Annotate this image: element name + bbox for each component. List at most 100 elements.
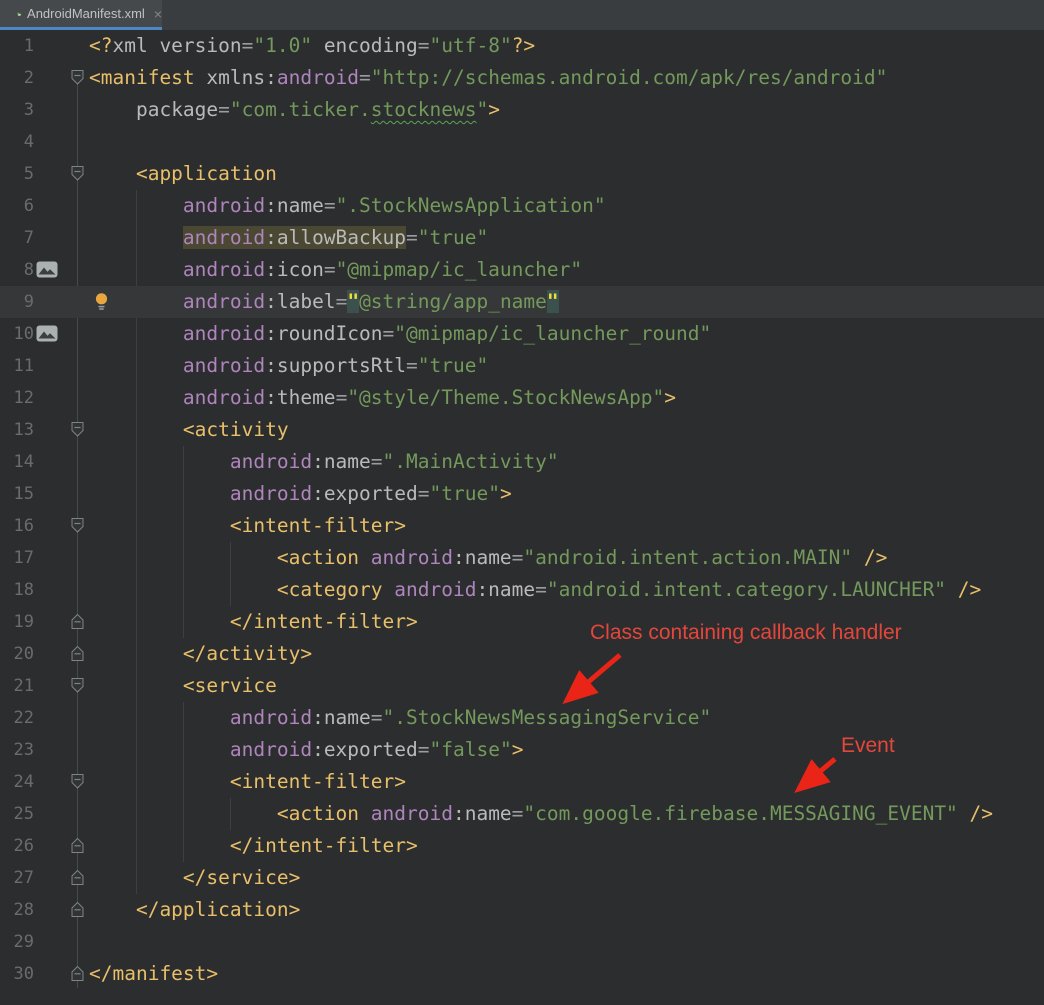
code-line-11[interactable]: 11 android:supportsRtl="true" bbox=[0, 350, 1044, 382]
code-token[interactable]: :name bbox=[453, 546, 512, 569]
line-number[interactable]: 27 bbox=[0, 862, 34, 894]
code-token[interactable]: @string/app_name bbox=[359, 290, 547, 313]
code-line-4[interactable]: 4 bbox=[0, 126, 1044, 158]
code-token[interactable]: " bbox=[347, 290, 359, 313]
code-line-16[interactable]: 16 <intent-filter> bbox=[0, 510, 1044, 542]
code-token[interactable]: = bbox=[371, 706, 383, 729]
line-number[interactable]: 4 bbox=[0, 126, 34, 158]
code-token[interactable] bbox=[359, 546, 371, 569]
code-token[interactable]: "true" bbox=[418, 354, 488, 377]
code-token[interactable]: = bbox=[535, 578, 547, 601]
code-token[interactable]: /> bbox=[946, 578, 981, 601]
code-token[interactable]: = bbox=[383, 322, 395, 345]
code-token[interactable] bbox=[383, 578, 395, 601]
line-number[interactable]: 3 bbox=[0, 94, 34, 126]
code-token[interactable]: :allowBackup bbox=[265, 226, 406, 249]
code-token[interactable]: /> bbox=[852, 546, 887, 569]
code-text[interactable]: </application> bbox=[89, 894, 300, 926]
code-text[interactable]: android:exported="true"> bbox=[89, 478, 512, 510]
code-token[interactable]: xml version bbox=[112, 34, 241, 57]
code-text[interactable]: <intent-filter> bbox=[89, 510, 406, 542]
code-text[interactable]: <action android:name="android.intent.act… bbox=[89, 542, 887, 574]
code-token[interactable]: android bbox=[183, 322, 265, 345]
code-editor[interactable]: 1<?xml version="1.0" encoding="utf-8"?>2… bbox=[0, 30, 1044, 1005]
line-number[interactable]: 14 bbox=[0, 446, 34, 478]
code-line-26[interactable]: 26 </intent-filter> bbox=[0, 830, 1044, 862]
code-text[interactable]: android:exported="false"> bbox=[89, 734, 523, 766]
code-line-14[interactable]: 14 android:name=".MainActivity" bbox=[0, 446, 1044, 478]
code-token[interactable]: android bbox=[277, 66, 359, 89]
code-token[interactable]: android bbox=[230, 450, 312, 473]
line-number[interactable]: 17 bbox=[0, 542, 34, 574]
code-line-3[interactable]: 3 package="com.ticker.stocknews"> bbox=[0, 94, 1044, 126]
code-token[interactable]: :icon bbox=[265, 258, 324, 281]
code-text[interactable]: </intent-filter> bbox=[89, 606, 418, 638]
code-token[interactable]: "@style/Theme.StockNewsApp" bbox=[347, 386, 664, 409]
code-token[interactable]: = bbox=[406, 226, 418, 249]
line-number[interactable]: 20 bbox=[0, 638, 34, 670]
code-token[interactable]: = bbox=[512, 546, 524, 569]
code-token[interactable]: :exported bbox=[312, 482, 418, 505]
code-text[interactable]: </intent-filter> bbox=[89, 830, 418, 862]
line-number[interactable]: 1 bbox=[0, 30, 34, 62]
code-token[interactable]: " bbox=[547, 290, 559, 313]
line-number[interactable]: 23 bbox=[0, 734, 34, 766]
fold-end-icon[interactable] bbox=[70, 869, 85, 890]
code-token[interactable] bbox=[89, 322, 183, 345]
code-token[interactable]: <intent-filter> bbox=[89, 770, 406, 793]
code-token[interactable]: </intent-filter> bbox=[89, 610, 418, 633]
code-token[interactable]: :roundIcon bbox=[265, 322, 382, 345]
code-line-13[interactable]: 13 <activity bbox=[0, 414, 1044, 446]
fold-start-icon[interactable] bbox=[70, 421, 85, 442]
code-token[interactable] bbox=[359, 802, 371, 825]
code-token[interactable]: "com.google.firebase.MESSAGING_EVENT" bbox=[523, 802, 957, 825]
code-token[interactable]: "utf-8" bbox=[430, 34, 512, 57]
code-token[interactable] bbox=[89, 354, 183, 377]
code-token[interactable]: "@mipmap/ic_launcher_round" bbox=[394, 322, 711, 345]
code-line-25[interactable]: 25 <action android:name="com.google.fire… bbox=[0, 798, 1044, 830]
code-token[interactable]: :supportsRtl bbox=[265, 354, 406, 377]
code-text[interactable]: <action android:name="com.google.firebas… bbox=[89, 798, 993, 830]
code-token[interactable]: = bbox=[324, 194, 336, 217]
code-token[interactable]: :label bbox=[265, 290, 335, 313]
fold-end-icon[interactable] bbox=[70, 645, 85, 666]
code-text[interactable]: <?xml version="1.0" encoding="utf-8"?> bbox=[89, 30, 535, 62]
code-token[interactable] bbox=[89, 482, 230, 505]
code-token[interactable]: "http://schemas.android.com/apk/res/andr… bbox=[371, 66, 888, 89]
code-token[interactable]: "false" bbox=[430, 738, 512, 761]
code-line-12[interactable]: 12 android:theme="@style/Theme.StockNews… bbox=[0, 382, 1044, 414]
code-token[interactable] bbox=[89, 226, 183, 249]
code-token[interactable]: android bbox=[371, 802, 453, 825]
code-token[interactable]: > bbox=[488, 98, 500, 121]
code-token[interactable]: <action bbox=[89, 802, 359, 825]
tab-androidmanifest[interactable]: MF AndroidManifest.xml × bbox=[0, 0, 162, 27]
code-line-15[interactable]: 15 android:exported="true"> bbox=[0, 478, 1044, 510]
code-text[interactable]: android:name=".StockNewsApplication" bbox=[89, 190, 606, 222]
code-token[interactable]: android bbox=[183, 194, 265, 217]
code-token[interactable]: <service bbox=[89, 674, 277, 697]
image-icon[interactable] bbox=[36, 325, 58, 346]
code-token[interactable]: :name bbox=[265, 194, 324, 217]
code-token[interactable]: android bbox=[183, 354, 265, 377]
code-token[interactable]: android bbox=[230, 706, 312, 729]
code-token[interactable]: = bbox=[512, 802, 524, 825]
code-text[interactable]: android:name=".StockNewsMessagingService… bbox=[89, 702, 711, 734]
code-token[interactable]: :theme bbox=[265, 386, 335, 409]
code-line-22[interactable]: 22 android:name=".StockNewsMessagingServ… bbox=[0, 702, 1044, 734]
code-token[interactable]: :name bbox=[476, 578, 535, 601]
code-token[interactable]: = bbox=[336, 386, 348, 409]
code-token[interactable]: android bbox=[183, 386, 265, 409]
fold-end-icon[interactable] bbox=[70, 613, 85, 634]
line-number[interactable]: 18 bbox=[0, 574, 34, 606]
code-token[interactable]: package bbox=[136, 98, 218, 121]
code-text[interactable]: <application bbox=[89, 158, 277, 190]
code-token[interactable]: = bbox=[371, 450, 383, 473]
line-number[interactable]: 29 bbox=[0, 926, 34, 958]
code-line-27[interactable]: 27 </service> bbox=[0, 862, 1044, 894]
code-token[interactable]: stocknews bbox=[371, 98, 477, 121]
line-number[interactable]: 15 bbox=[0, 478, 34, 510]
code-text[interactable]: android:label="@string/app_name" bbox=[89, 286, 559, 318]
fold-start-icon[interactable] bbox=[70, 517, 85, 538]
code-token[interactable]: = bbox=[418, 34, 430, 57]
code-token[interactable] bbox=[89, 258, 183, 281]
